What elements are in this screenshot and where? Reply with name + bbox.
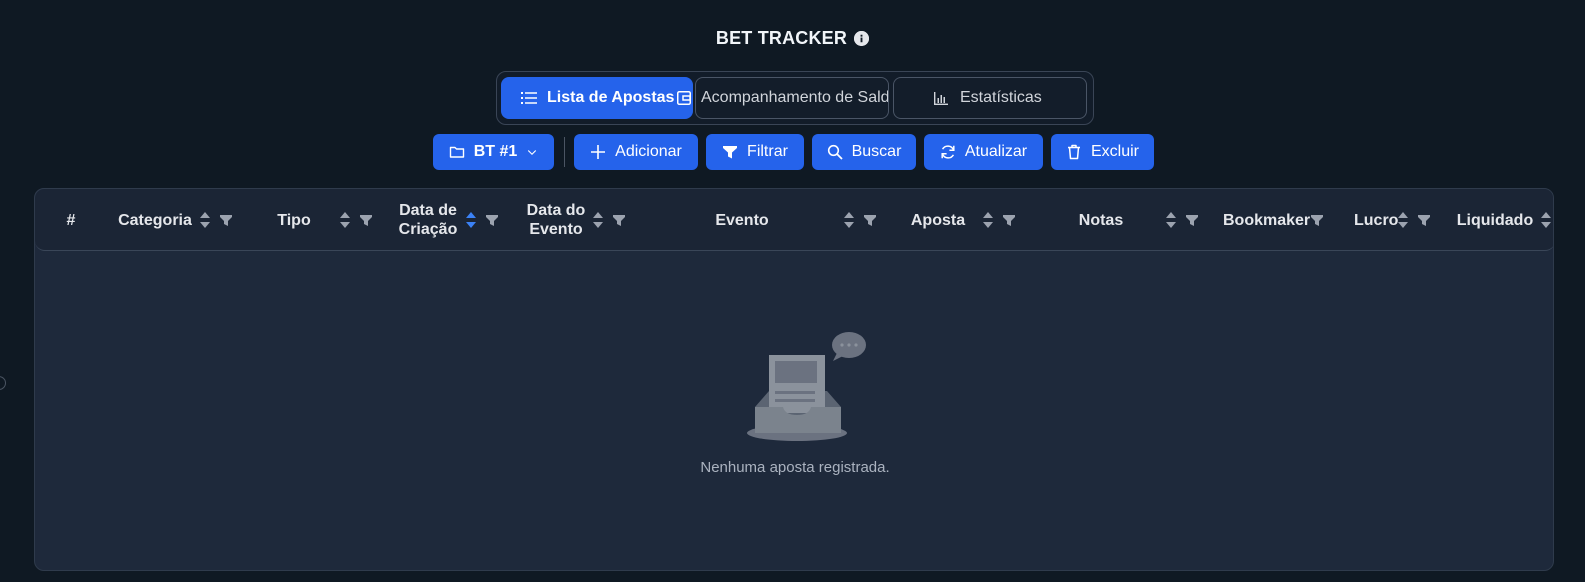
refresh-button[interactable]: Atualizar: [924, 134, 1043, 170]
column-header-categoria[interactable]: Categoria: [117, 189, 193, 251]
chevron-down-icon: [528, 150, 537, 156]
list-icon: [521, 92, 537, 104]
tracker-select-label: BT #1: [473, 143, 518, 160]
sort-icon[interactable]: [1165, 211, 1177, 229]
collapsed-panel-handle[interactable]: [0, 376, 6, 390]
search-button-label: Buscar: [851, 143, 902, 160]
column-header-label: Data do Evento: [526, 202, 586, 238]
sort-icon[interactable]: [465, 211, 477, 229]
column-header-label: Liquidado: [1456, 211, 1534, 229]
column-header-bookmaker[interactable]: Bookmaker: [1223, 189, 1311, 251]
sort-icon[interactable]: [199, 211, 211, 229]
tab-label: Estatísticas: [960, 89, 1042, 106]
header: BET TRACKER: [0, 28, 1585, 49]
view-tabs: Lista de Apostas Acompanhamento de Saldo…: [496, 71, 1094, 125]
app-title: BET TRACKER: [715, 28, 848, 48]
column-header-evento[interactable]: Evento: [715, 189, 769, 251]
tracker-select-button[interactable]: BT #1: [433, 134, 554, 170]
column-filter-icon[interactable]: [486, 211, 498, 229]
filter-icon: [723, 146, 738, 159]
sort-icon[interactable]: [982, 211, 994, 229]
sort-icon[interactable]: [592, 211, 604, 229]
column-header-aposta[interactable]: Aposta: [910, 189, 966, 251]
column-header-label: Bookmaker: [1223, 211, 1311, 229]
column-header-liquidado[interactable]: Liquidado: [1455, 189, 1535, 251]
add-button[interactable]: Adicionar: [574, 134, 698, 170]
toolbar-divider: [564, 137, 565, 167]
plus-icon: [591, 145, 606, 159]
column-header-tipo[interactable]: Tipo: [275, 189, 313, 251]
column-filter-icon[interactable]: [360, 211, 372, 229]
column-header-label: Data de Criação: [398, 202, 458, 238]
delete-button[interactable]: Excluir: [1051, 134, 1154, 170]
column-header-label: Lucro: [1354, 211, 1399, 229]
sort-icon[interactable]: [339, 211, 351, 229]
wallet-icon: [677, 91, 691, 105]
trash-icon: [1067, 144, 1080, 160]
filter-button[interactable]: Filtrar: [706, 134, 804, 170]
column-header-label: #: [66, 211, 76, 229]
refresh-icon: [941, 145, 955, 159]
tab-lista-de-apostas[interactable]: Lista de Apostas: [501, 77, 693, 119]
filter-button-label: Filtrar: [747, 143, 788, 160]
tab-label: Acompanhamento de Saldo: [701, 89, 889, 106]
tab-acompanhamento-de-saldo[interactable]: Acompanhamento de Saldo: [695, 77, 889, 119]
bar-chart-icon: [934, 91, 948, 105]
column-header-index[interactable]: #: [63, 189, 79, 251]
app-root: BET TRACKER Lista de Apostas Acompanhame…: [0, 0, 1585, 582]
column-header-data_evento[interactable]: Data do Evento: [521, 189, 591, 251]
column-filter-icon[interactable]: [1186, 211, 1198, 229]
column-filter-icon[interactable]: [1003, 211, 1015, 229]
search-icon: [827, 144, 843, 160]
column-header-label: Categoria: [118, 211, 192, 229]
sort-icon[interactable]: [1540, 211, 1552, 229]
add-button-label: Adicionar: [615, 143, 682, 160]
column-header-label: Evento: [715, 211, 769, 229]
column-header-lucro[interactable]: Lucro: [1354, 189, 1399, 251]
search-button[interactable]: Buscar: [812, 134, 916, 170]
column-filter-icon[interactable]: [220, 211, 232, 229]
column-header-label: Notas: [1078, 211, 1124, 229]
column-header-notas[interactable]: Notas: [1077, 189, 1125, 251]
tab-estatisticas[interactable]: Estatísticas: [893, 77, 1087, 119]
folder-icon: [449, 146, 464, 158]
info-icon[interactable]: [854, 31, 870, 46]
column-header-label: Aposta: [910, 211, 966, 229]
table-header: # Categoria Tipo Data de Criação Data do Event…: [35, 189, 1553, 251]
refresh-button-label: Atualizar: [964, 143, 1028, 160]
column-header-label: Tipo: [277, 211, 311, 229]
sort-icon[interactable]: [843, 211, 855, 229]
delete-button-label: Excluir: [1090, 143, 1139, 160]
empty-inbox-icon: [747, 332, 866, 441]
bets-table: # Categoria Tipo Data de Criação Data do Event…: [34, 188, 1554, 571]
column-filter-icon[interactable]: [864, 211, 876, 229]
tab-label: Lista de Apostas: [547, 89, 675, 106]
column-filter-icon[interactable]: [1311, 211, 1323, 229]
column-header-data_criacao[interactable]: Data de Criação: [393, 189, 463, 251]
column-filter-icon[interactable]: [1418, 211, 1430, 229]
sort-icon[interactable]: [1397, 211, 1409, 229]
empty-state-message: Nenhuma aposta registrada.: [700, 459, 890, 476]
column-filter-icon[interactable]: [613, 211, 625, 229]
